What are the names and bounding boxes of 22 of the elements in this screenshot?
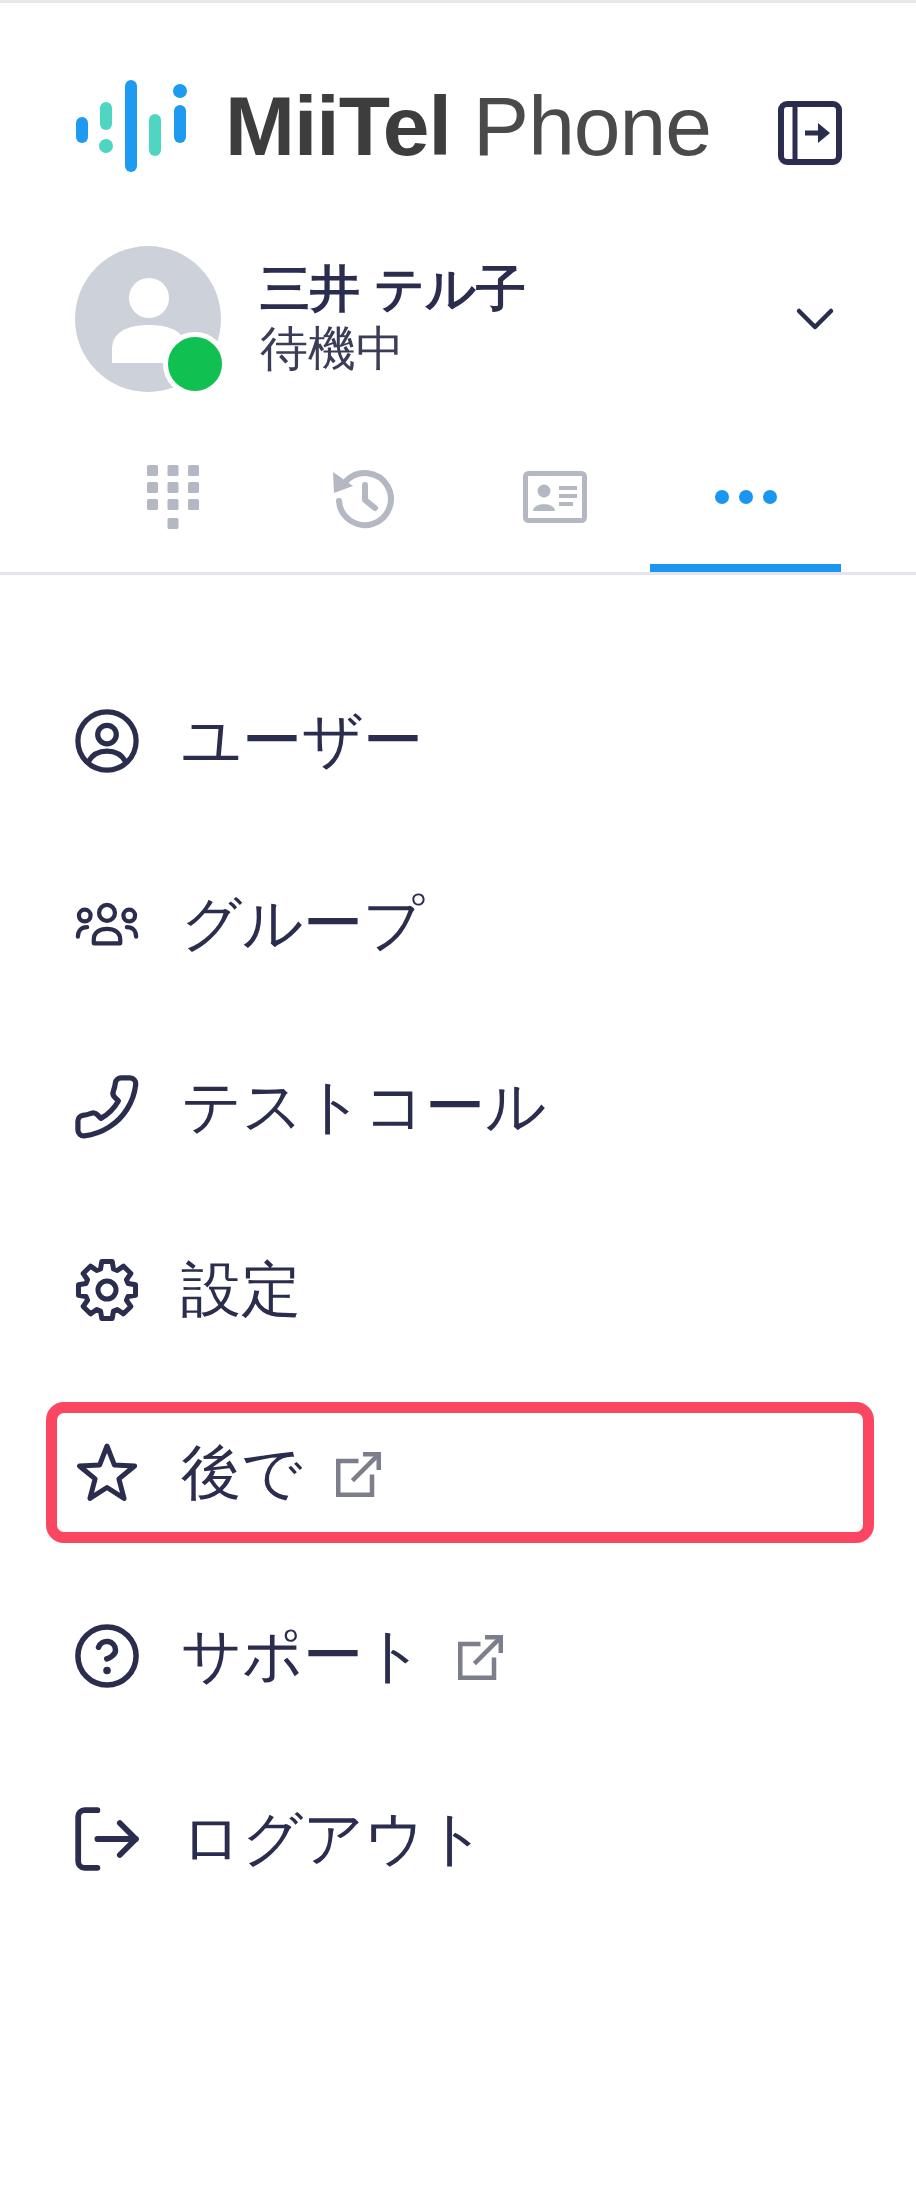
group-icon [75, 901, 139, 946]
collapse-panel-icon[interactable] [778, 101, 842, 165]
user-name: 三井 テル子 [260, 260, 526, 319]
user-circle-icon [75, 708, 139, 773]
help-icon [75, 1623, 139, 1688]
menu-item[interactable]: ログアウト [46, 1768, 874, 1909]
contact-card-icon [522, 471, 587, 523]
dialpad-icon [146, 465, 199, 529]
menu-item[interactable]: 設定 [46, 1219, 874, 1360]
phone-icon [75, 1074, 139, 1139]
chevron-down-icon[interactable] [795, 307, 835, 331]
menu-item[interactable]: サポート [46, 1585, 874, 1726]
menu-item[interactable]: テストコール [46, 1036, 874, 1177]
menu-item[interactable]: グループ [46, 853, 874, 994]
logo-icon [76, 80, 188, 172]
logo-text: MiiTel Phone [225, 80, 711, 172]
menu-item[interactable]: ユーザー [46, 670, 874, 811]
menu-item[interactable]: 後で [46, 1402, 874, 1543]
logout-icon [75, 1806, 139, 1871]
more-icon [713, 489, 778, 505]
settings-icon [75, 1257, 139, 1322]
status-text: 待機中 [260, 321, 404, 377]
